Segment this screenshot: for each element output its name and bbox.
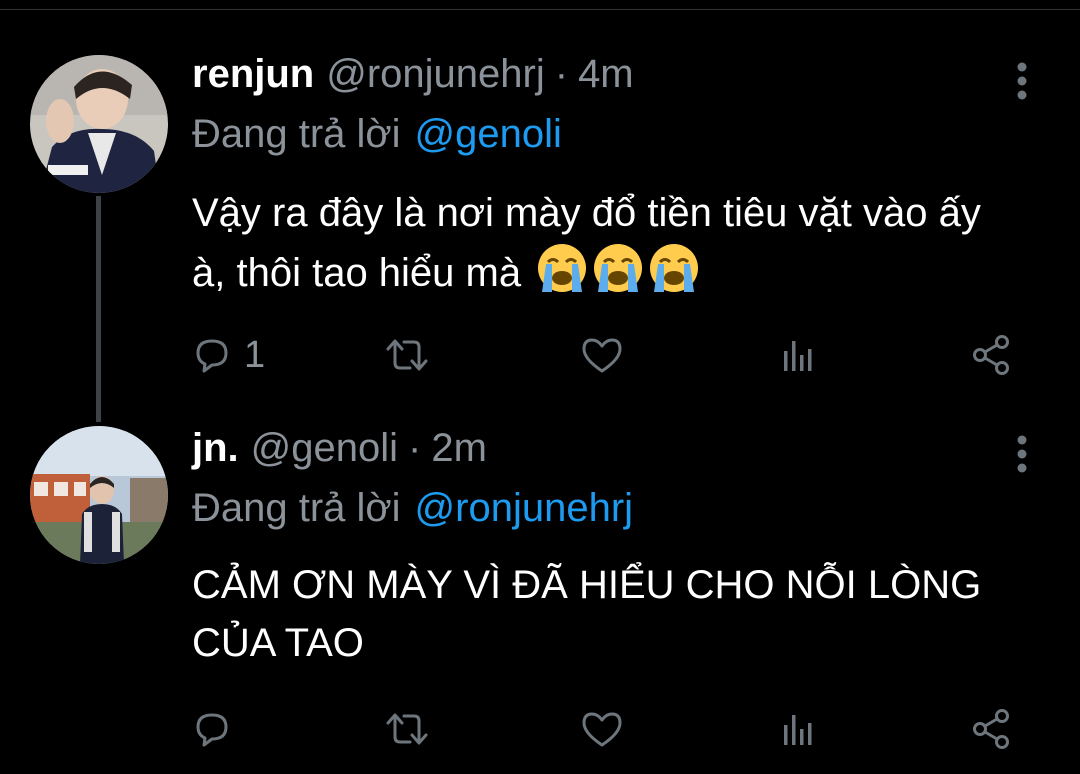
reply-button[interactable]: 1 (192, 330, 265, 380)
tweet-header: renjun @ronjunehrj · 4m (192, 52, 634, 112)
thread-connector (96, 196, 101, 422)
share-icon (973, 335, 1009, 375)
avatar-image (30, 55, 168, 193)
user-handle[interactable]: @genoli (251, 426, 398, 471)
tweet-text-content: CẢM ƠN MÀY VÌ ĐÃ HIỂU CHO NỖI LÒNG CỦA T… (192, 563, 982, 665)
timestamp[interactable]: 2m (431, 426, 487, 471)
emoji-group (536, 242, 704, 310)
tweet-actions: 1 (192, 330, 1022, 380)
share-button[interactable] (970, 330, 1014, 380)
reply-count: 1 (244, 333, 266, 376)
retweet-button[interactable] (384, 704, 442, 754)
loudly-crying-face-icon (650, 244, 699, 292)
reply-icon (196, 339, 228, 373)
share-button[interactable] (970, 704, 1014, 754)
share-icon (973, 709, 1009, 749)
loudly-crying-face-icon (594, 244, 643, 292)
like-button[interactable] (580, 704, 636, 754)
display-name[interactable]: jn. (192, 426, 239, 471)
analytics-button[interactable] (776, 704, 816, 754)
more-options-button[interactable] (1006, 55, 1036, 105)
tweet-text: CẢM ƠN MÀY VÌ ĐÃ HIỂU CHO NỖI LÒNG CỦA T… (192, 556, 1012, 672)
reply-prefix: Đang trả lời (192, 486, 401, 530)
tweet-actions (192, 704, 1022, 754)
analytics-button[interactable] (776, 330, 816, 380)
retweet-button[interactable] (384, 330, 442, 380)
user-handle[interactable]: @ronjunehrj (326, 52, 545, 97)
more-vertical-icon (1017, 62, 1027, 100)
separator: · (408, 426, 422, 470)
more-vertical-icon (1017, 435, 1027, 473)
loudly-crying-face-icon (538, 244, 587, 292)
reply-prefix: Đang trả lời (192, 112, 401, 156)
like-button[interactable] (580, 330, 636, 380)
tweet-header: jn. @genoli · 2m (192, 426, 487, 486)
separator: · (554, 52, 569, 96)
more-options-button[interactable] (1006, 428, 1036, 478)
timestamp[interactable]: 4m (578, 52, 634, 97)
heart-icon (582, 712, 622, 747)
heart-icon (582, 338, 622, 373)
reply-button[interactable] (192, 704, 244, 754)
tweet-text: Vậy ra đây là nơi mày đổ tiền tiêu vặt v… (192, 184, 1012, 310)
reply-icon (196, 713, 228, 747)
display-name[interactable]: renjun (192, 52, 314, 97)
reply-to-link[interactable]: @genoli (415, 112, 562, 156)
replying-to: Đang trả lời @genoli (192, 112, 562, 157)
tweet[interactable]: renjun @ronjunehrj · 4m Đang trả lời @gen… (0, 0, 1080, 422)
tweet[interactable]: jn. @genoli · 2m Đang trả lời @ronjunehrj… (0, 400, 1080, 774)
retweet-icon (386, 713, 428, 745)
avatar[interactable] (30, 426, 168, 564)
analytics-icon (784, 715, 812, 745)
avatar-image (30, 426, 168, 564)
avatar[interactable] (30, 55, 168, 193)
retweet-icon (386, 339, 428, 371)
reply-to-link[interactable]: @ronjunehrj (415, 486, 634, 530)
replying-to: Đang trả lời @ronjunehrj (192, 486, 633, 531)
analytics-icon (784, 341, 812, 371)
